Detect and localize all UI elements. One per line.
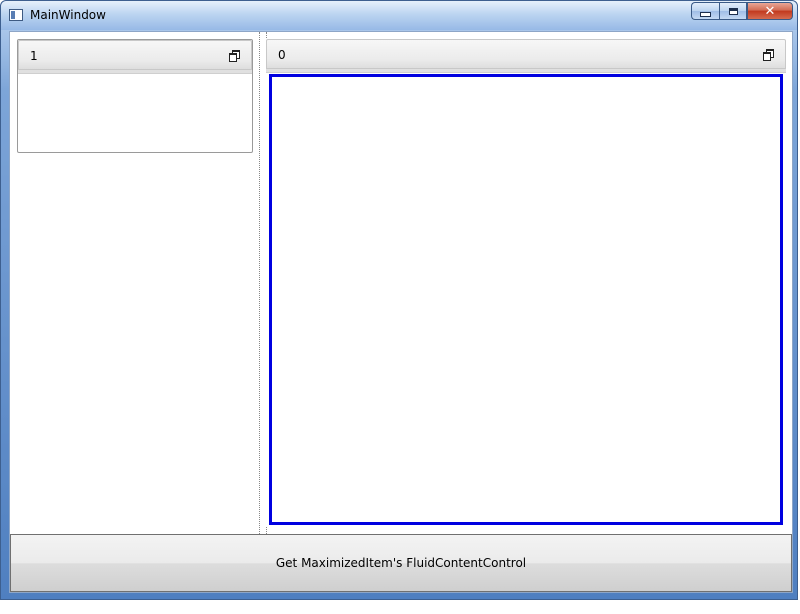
panel-header-separator (266, 69, 786, 73)
minimize-button[interactable] (691, 2, 719, 20)
close-button[interactable]: ✕ (747, 2, 793, 20)
panel-header-1[interactable]: 1 (18, 40, 252, 70)
minimize-icon (700, 11, 711, 17)
app-icon (9, 9, 23, 21)
title-bar[interactable]: MainWindow ✕ (1, 1, 797, 30)
fluid-panel-0[interactable]: 0 (266, 39, 786, 526)
caption-buttons: ✕ (691, 2, 793, 21)
panel-header-separator (18, 70, 252, 74)
restore-icon[interactable] (763, 49, 774, 61)
panel-header-0[interactable]: 0 (266, 39, 786, 69)
close-icon: ✕ (764, 3, 776, 19)
fluid-panel-1[interactable]: 1 (17, 39, 253, 153)
desktop-strip (0, 600, 800, 614)
window-title: MainWindow (30, 8, 106, 22)
maximize-icon (728, 7, 738, 15)
get-maximized-item-button[interactable]: Get MaximizedItem's FluidContentControl (10, 534, 792, 592)
main-window: MainWindow ✕ 1 0 Get MaximizedItem's Flu… (0, 0, 798, 600)
maximize-button[interactable] (719, 2, 747, 20)
panel-title-0: 0 (278, 48, 286, 62)
maximized-content-area (269, 74, 783, 525)
restore-icon[interactable] (229, 50, 240, 62)
client-area: 1 0 Get MaximizedItem's FluidContentCont… (9, 31, 793, 593)
panel-title-1: 1 (30, 49, 38, 63)
